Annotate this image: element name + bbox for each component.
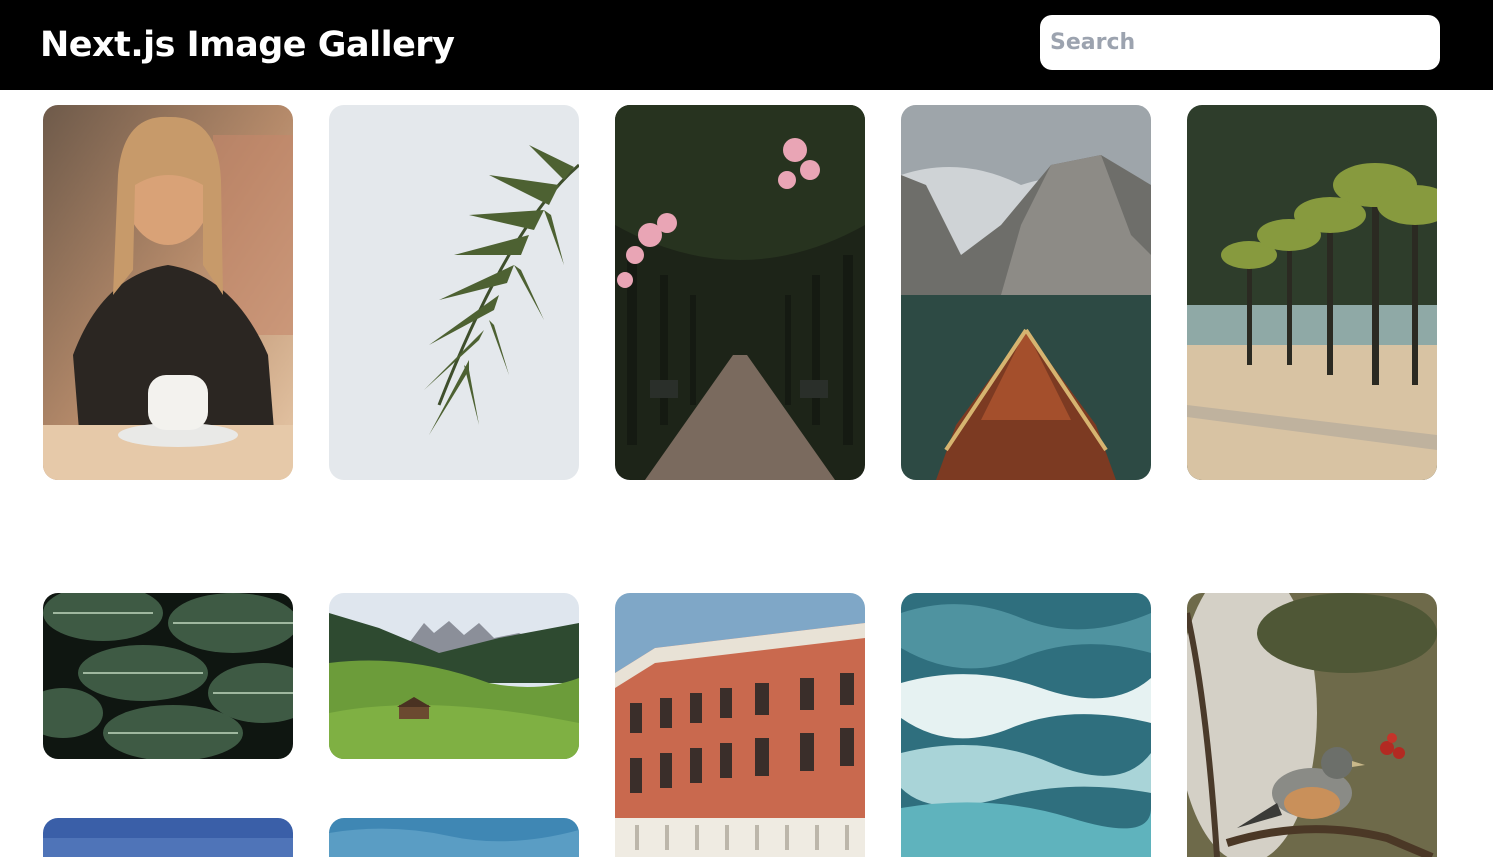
blue-sky-photo	[43, 818, 293, 857]
venetian-palace-photo	[615, 593, 865, 857]
palm-promenade-photo	[1187, 105, 1437, 480]
gallery-image-blue-sky[interactable]	[43, 818, 293, 857]
alpine-valley-photo	[329, 593, 579, 759]
woman-coffee-photo	[43, 105, 293, 480]
bird-branch-photo	[1187, 593, 1437, 857]
gallery-image-bird-branch[interactable]	[1187, 593, 1437, 857]
monstera-photo	[43, 593, 293, 759]
gallery-image-blue-water[interactable]	[329, 818, 579, 857]
mountain-boat-photo	[901, 105, 1151, 480]
gallery-image-palm-promenade[interactable]	[1187, 105, 1437, 480]
gallery-image-tree-path[interactable]	[615, 105, 865, 480]
palm-leaves-photo	[329, 105, 579, 480]
gallery-image-woman-coffee[interactable]	[43, 105, 293, 480]
gallery-image-venetian-palace[interactable]	[615, 593, 865, 857]
gallery-image-ocean-waves[interactable]	[901, 593, 1151, 857]
image-gallery	[0, 0, 1493, 857]
blue-water-photo	[329, 818, 579, 857]
ocean-waves-photo	[901, 593, 1151, 857]
tree-path-photo	[615, 105, 865, 480]
gallery-image-palm-leaves[interactable]	[329, 105, 579, 480]
gallery-image-mountain-boat[interactable]	[901, 105, 1151, 480]
gallery-image-monstera[interactable]	[43, 593, 293, 759]
gallery-image-alpine-valley[interactable]	[329, 593, 579, 759]
